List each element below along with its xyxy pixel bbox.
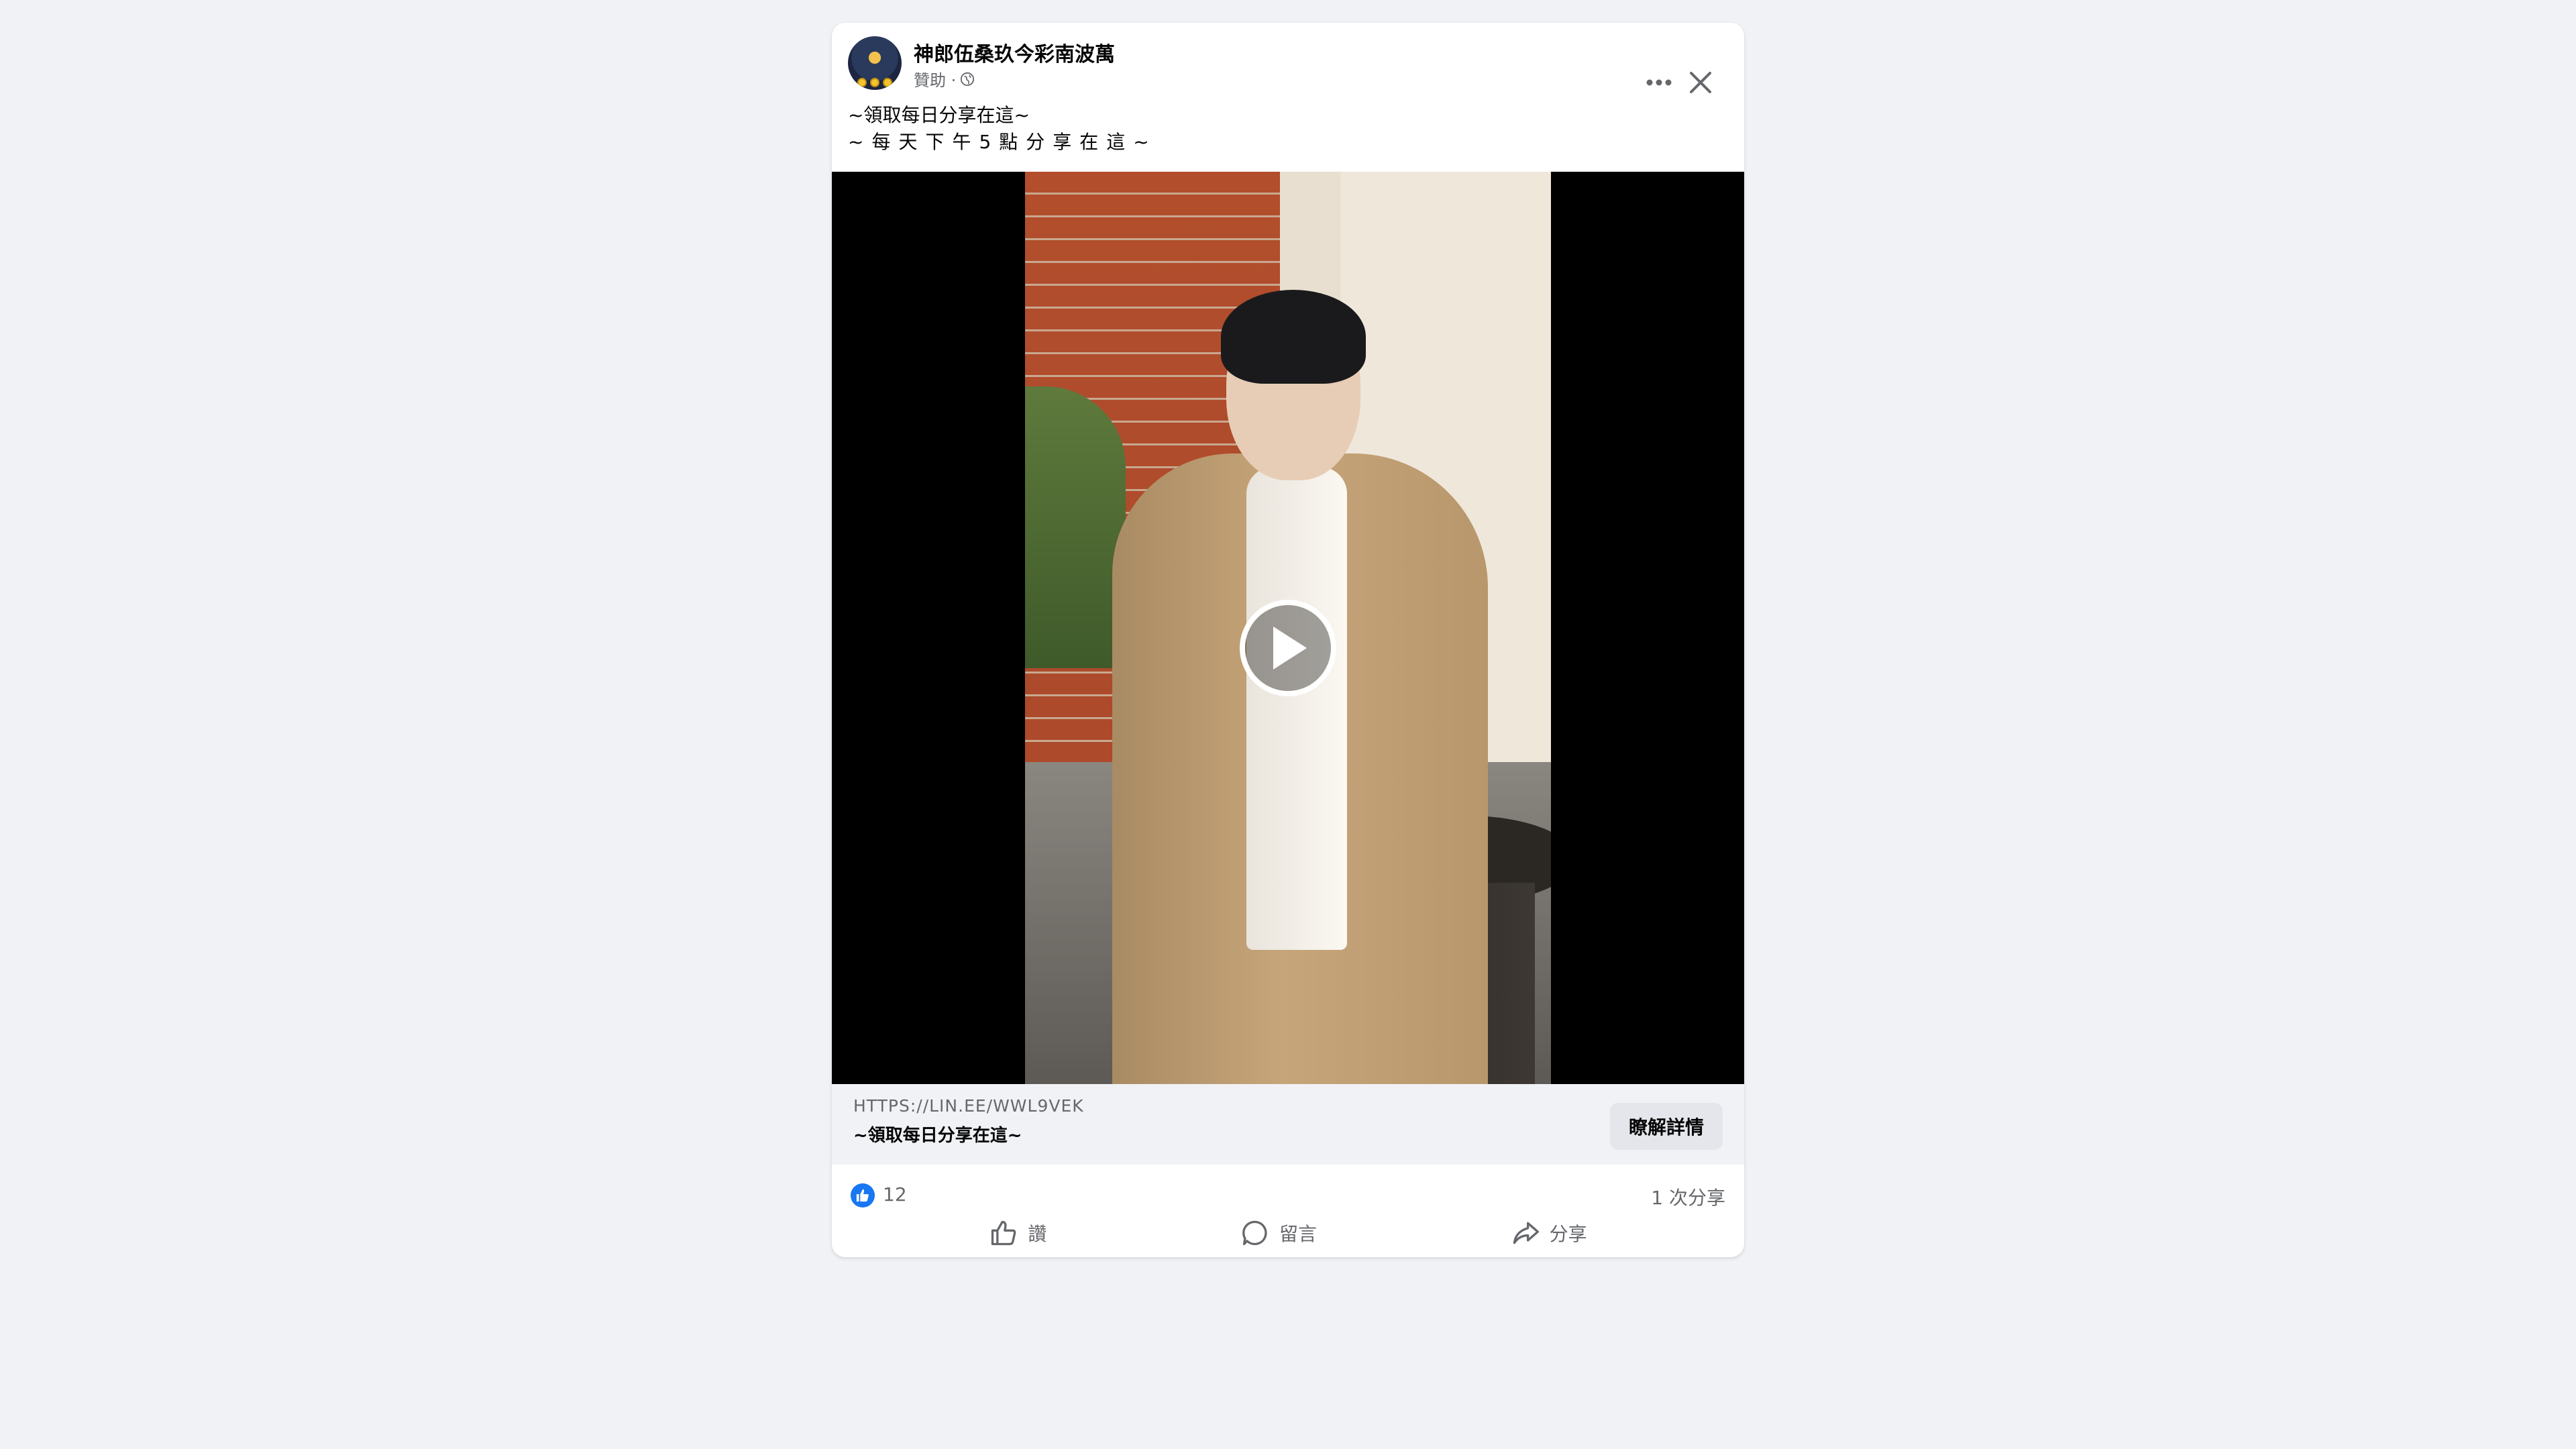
thumbs-up-outline-icon bbox=[991, 1220, 1016, 1246]
share-button[interactable]: 分享 bbox=[1495, 1214, 1603, 1252]
globe-icon bbox=[961, 72, 975, 86]
more-icon[interactable] bbox=[1642, 66, 1676, 99]
sponsored-label[interactable]: 贊助 · bbox=[914, 67, 956, 91]
person-shirt bbox=[1246, 467, 1347, 950]
post-card: 神郎伍桑玖今彩南波萬 贊助 · ~領取每日分享在這~ ~每天下午5點分享在這~ bbox=[832, 23, 1744, 1257]
comment-button[interactable]: 留言 bbox=[1224, 1214, 1333, 1252]
comment-button-label: 留言 bbox=[1279, 1223, 1317, 1245]
garden-view bbox=[1025, 386, 1126, 668]
comment-icon bbox=[1242, 1220, 1267, 1246]
link-preview[interactable]: HTTPS://LIN.EE/WWL9VEK ~領取每日分享在這~ 瞭解詳情 bbox=[832, 1084, 1744, 1165]
post-text-line-2: ~每天下午5點分享在這~ bbox=[848, 131, 1157, 153]
like-count[interactable]: 12 bbox=[883, 1183, 907, 1205]
share-button-label: 分享 bbox=[1549, 1223, 1587, 1245]
post-text: ~領取每日分享在這~ ~每天下午5點分享在這~ bbox=[848, 102, 1157, 156]
sponsored-line: 贊助 · bbox=[914, 67, 975, 91]
thumbs-up-icon[interactable] bbox=[851, 1183, 875, 1208]
link-domain: HTTPS://LIN.EE/WWL9VEK bbox=[853, 1096, 1084, 1116]
play-icon[interactable] bbox=[1240, 600, 1336, 696]
video-player[interactable] bbox=[832, 172, 1744, 1084]
post-text-line-1: ~領取每日分享在這~ bbox=[848, 104, 1030, 126]
link-title: ~領取每日分享在這~ bbox=[853, 1126, 1022, 1146]
share-icon bbox=[1513, 1222, 1539, 1244]
page-avatar[interactable] bbox=[848, 36, 902, 90]
page-name[interactable]: 神郎伍桑玖今彩南波萬 bbox=[914, 38, 1115, 67]
post-header: 神郎伍桑玖今彩南波萬 贊助 · bbox=[832, 23, 1744, 93]
like-button-label: 讚 bbox=[1028, 1223, 1047, 1245]
person-hair bbox=[1221, 290, 1366, 384]
like-button[interactable]: 讚 bbox=[973, 1214, 1063, 1252]
learn-more-button[interactable]: 瞭解詳情 bbox=[1610, 1103, 1723, 1150]
action-bar: 讚 留言 分享 bbox=[832, 1214, 1744, 1254]
share-count[interactable]: 1 次分享 bbox=[1651, 1183, 1725, 1210]
close-icon[interactable] bbox=[1684, 66, 1717, 99]
post-stats: 12 1 次分享 bbox=[832, 1178, 1744, 1212]
